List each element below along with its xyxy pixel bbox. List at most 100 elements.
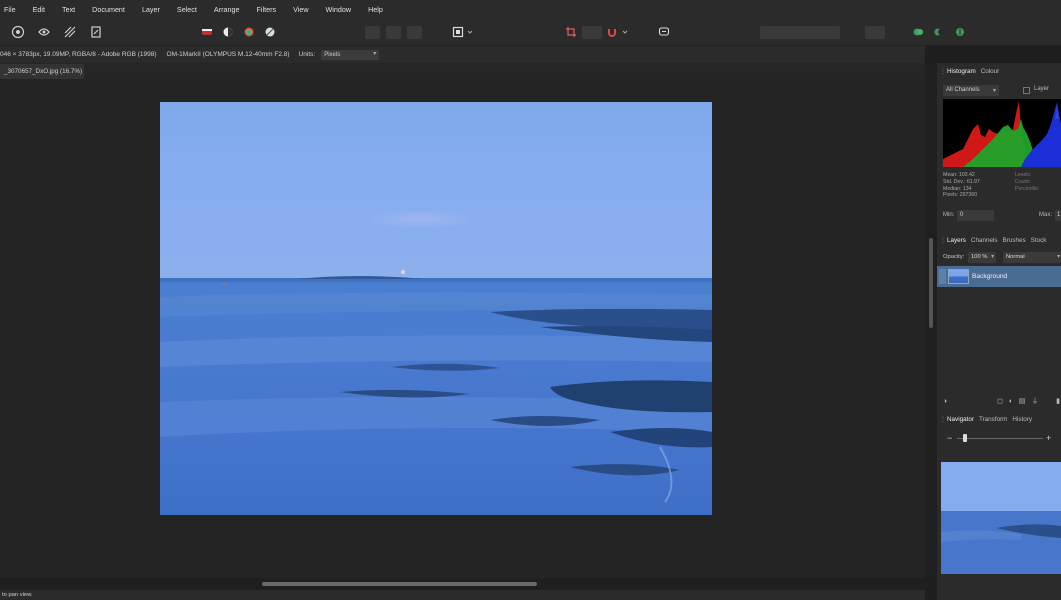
tab-stock[interactable]: Stock	[1031, 237, 1047, 244]
tab-navigator[interactable]: Navigator	[947, 416, 974, 423]
zoom-out-icon[interactable]: −	[947, 433, 952, 443]
menu-help[interactable]: Help	[368, 5, 383, 14]
tab-transform[interactable]: Transform	[979, 416, 1007, 423]
menu-filters[interactable]: Filters	[256, 5, 276, 14]
layer-fx-icon[interactable]: ◑	[941, 398, 949, 406]
units-label: Units:	[298, 51, 316, 58]
layer-visibility-toggle[interactable]	[939, 269, 946, 284]
auto-contrast-icon[interactable]	[220, 24, 236, 40]
assistant-icon[interactable]	[656, 24, 672, 40]
panel-grip-icon[interactable]: ⋮	[937, 416, 947, 423]
tab-brushes[interactable]: Brushes	[1003, 237, 1026, 244]
min-field[interactable]: 0	[957, 210, 994, 221]
canvas[interactable]	[0, 79, 925, 578]
zoom-in-icon[interactable]: +	[1046, 433, 1051, 443]
crop-tool-icon[interactable]	[563, 24, 579, 40]
adjustment-layer-icon[interactable]: ◐	[1007, 398, 1015, 406]
max-field[interactable]: 1	[1055, 210, 1061, 221]
max-label: Max:	[1039, 212, 1053, 218]
snapping-magnet-icon[interactable]	[604, 24, 620, 40]
photo-canvas[interactable]	[160, 102, 712, 515]
channel-select[interactable]: All Channels ▾	[943, 85, 999, 96]
layer-checkbox-label: Layer	[1034, 86, 1050, 92]
tab-channels[interactable]: Channels	[971, 237, 998, 244]
tab-colour[interactable]: Colour	[981, 68, 1000, 75]
tab-histogram[interactable]: Histogram	[947, 68, 976, 75]
arrange-button-1[interactable]	[365, 26, 380, 39]
auto-colours-icon[interactable]	[241, 24, 257, 40]
menu-document[interactable]: Document	[92, 5, 125, 14]
menu-view[interactable]: View	[293, 5, 308, 14]
quick-mask-dropdown-icon[interactable]	[466, 24, 474, 40]
tab-layers[interactable]: Layers	[947, 237, 966, 244]
histogram-controls: All Channels ▾ Layer	[943, 85, 1061, 96]
mask-layer-icon[interactable]: ◻	[996, 398, 1004, 406]
menu-file[interactable]: File	[4, 5, 16, 14]
zoom-slider-track[interactable]	[957, 438, 1043, 439]
auto-white-balance-icon[interactable]	[262, 24, 278, 40]
histogram-graph	[943, 99, 1061, 167]
develop-persona-icon[interactable]	[10, 24, 26, 40]
liquify-persona-icon[interactable]	[36, 24, 52, 40]
navigator-zoom-controls: − +	[945, 433, 1061, 445]
histogram-panel-tabs: ⋮ Histogram Colour	[937, 64, 1061, 78]
boolean-add-icon[interactable]	[910, 24, 926, 40]
histogram-stats: Mean: 103.42 Std. Dev.: 61.97 Median: 13…	[943, 172, 1013, 199]
layers-panel-tabs: ⋮ Layers Channels Brushes Stock	[937, 233, 1061, 247]
export-persona-icon[interactable]	[88, 24, 104, 40]
units-value: Pixels	[324, 51, 341, 58]
layers-footer: ◑ ◻ ◐ ▤ ⏚ ▮	[937, 395, 1061, 409]
document-tab-bar: _3070657_DxO.jpg (16.7%)	[0, 63, 925, 79]
units-select[interactable]: Pixels ▾	[321, 49, 380, 60]
boolean-intersect-icon[interactable]	[952, 24, 968, 40]
chevron-down-icon: ▾	[373, 50, 377, 57]
order-button[interactable]	[865, 26, 885, 39]
menu-bar: File Edit Text Document Layer Select Arr…	[0, 0, 1061, 19]
histogram-min-max: Min: 0 Max: 1	[943, 210, 1061, 221]
chevron-down-icon: ▾	[992, 88, 996, 94]
chevron-down-icon: ▾	[1057, 254, 1060, 260]
quick-mask-icon[interactable]	[450, 24, 466, 40]
horizontal-scrollbar-thumb[interactable]	[262, 582, 537, 586]
panel-grip-icon[interactable]: ⋮	[937, 68, 947, 75]
horizontal-scrollbar[interactable]	[0, 578, 925, 590]
auto-levels-icon[interactable]	[199, 24, 215, 40]
arrange-button-3[interactable]	[407, 26, 422, 39]
menu-layer[interactable]: Layer	[142, 5, 160, 14]
group-layers-icon[interactable]: ⏚	[1031, 398, 1039, 406]
stat-mean: Mean: 103.42	[943, 172, 975, 178]
boolean-subtract-icon[interactable]	[931, 24, 947, 40]
layer-name: Background	[972, 273, 1008, 280]
channel-value: All Channels	[946, 87, 980, 93]
layer-thumbnail	[948, 269, 969, 284]
menu-text[interactable]: Text	[62, 5, 75, 14]
alignment-group[interactable]	[760, 26, 840, 39]
panel-grip-icon[interactable]: ⋮	[937, 237, 947, 244]
blend-mode-select[interactable]: Normal ▾	[1003, 252, 1061, 263]
zoom-slider-thumb[interactable]	[963, 434, 967, 442]
document-tab[interactable]: _3070657_DxO.jpg (16.7%)	[0, 64, 84, 79]
menu-edit[interactable]: Edit	[33, 5, 45, 14]
status-bar: to pan view.	[0, 590, 925, 600]
live-filter-icon[interactable]: ▤	[1018, 398, 1026, 406]
menu-select[interactable]: Select	[177, 5, 197, 14]
layer-menu-icon[interactable]: ▮	[1054, 398, 1061, 406]
stat-std-dev: Std. Dev.: 61.97	[943, 178, 980, 185]
layer-row-background[interactable]: Background	[937, 266, 1061, 287]
tab-history[interactable]: History	[1012, 416, 1032, 423]
navigator-thumbnail	[941, 462, 1061, 574]
toolbar	[0, 19, 1061, 46]
tone-mapping-persona-icon[interactable]	[62, 24, 78, 40]
arrange-button-2[interactable]	[386, 26, 401, 39]
opacity-field[interactable]: 100 % ▾	[968, 252, 996, 263]
snapping-dropdown-icon[interactable]	[621, 24, 629, 40]
navigator-preview[interactable]	[941, 462, 1061, 574]
menu-arrange[interactable]: Arrange	[214, 5, 240, 14]
stat-pixels: Pixels: 297360	[943, 192, 978, 199]
right-panel: ⋮ Histogram Colour All Channels ▾ Layer …	[937, 63, 1061, 600]
vertical-scrollbar-thumb[interactable]	[929, 238, 933, 328]
layer-checkbox[interactable]	[1023, 87, 1030, 94]
vertical-scrollbar[interactable]	[925, 63, 937, 578]
menu-window[interactable]: Window	[326, 5, 352, 14]
snapping-box[interactable]	[582, 26, 602, 39]
